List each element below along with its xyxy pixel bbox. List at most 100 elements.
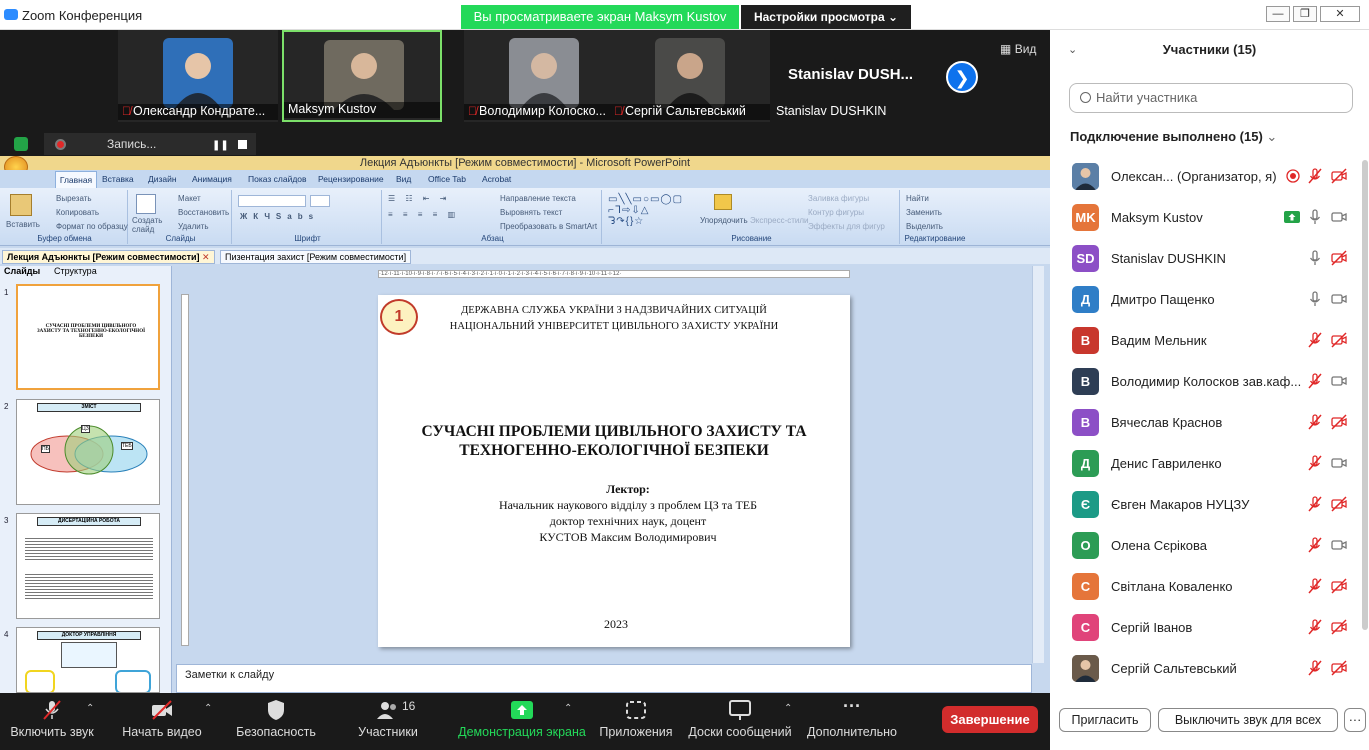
view-button[interactable]: ▦ Вид [1000,42,1036,56]
participant-row[interactable]: Є Євген Макаров НУЦЗУ [1050,484,1355,525]
current-slide[interactable]: 1 ДЕРЖАВНА СЛУЖБА УКРАЇНИ З НАДЗВИЧАЙНИХ… [378,295,850,647]
mic-muted-icon[interactable] [1307,414,1323,430]
select-button[interactable]: Выделить [906,222,943,231]
end-meeting-button[interactable]: Завершение [942,706,1038,733]
restore-button[interactable]: ❐ [1293,6,1317,22]
camera-off-icon[interactable] [1331,332,1347,348]
tab-home[interactable]: Главная [55,171,97,188]
share-screen-button[interactable]: Демонстрация экрана [456,693,588,750]
tab-design[interactable]: Дизайн [148,174,177,184]
font-format-buttons[interactable]: ЖКЧSabs [240,212,319,221]
share-options-caret[interactable]: ⌃ [564,703,572,714]
shape-outline-button[interactable]: Контур фигуры [808,208,864,217]
camera-icon[interactable] [1331,455,1347,471]
align-text-button[interactable]: Выровнять текст [500,208,562,217]
participants-button[interactable]: 16 Участники [340,693,436,750]
whiteboards-caret[interactable]: ⌃ [784,703,792,714]
mic-icon[interactable] [1307,250,1323,266]
mic-muted-icon[interactable] [1307,332,1323,348]
apps-button[interactable]: Приложения [596,693,676,750]
whiteboards-button[interactable]: Доски сообщений [686,693,794,750]
doc-tab-active[interactable]: Лекция Адъюнкты [Режим совместимости] ✕ [2,250,215,264]
paste-button[interactable]: Вставить [6,220,40,229]
camera-off-icon[interactable] [1331,660,1347,676]
arrange-button[interactable]: Упорядочить [700,216,748,225]
font-size-field[interactable] [310,195,330,207]
participant-row[interactable]: В Вячеслав Краснов [1050,402,1355,443]
camera-off-icon[interactable] [1331,168,1347,184]
video-tile-active-speaker[interactable]: Maksym Kustov [282,30,442,122]
list-buttons-icon[interactable]: ☰ ☷ ⇤ ⇥ [388,194,450,203]
mic-muted-icon[interactable] [1307,619,1323,635]
replace-button[interactable]: Заменить [906,208,942,217]
font-name-field[interactable] [238,195,306,207]
camera-off-icon[interactable] [1331,414,1347,430]
cut-button[interactable]: Вырезать [56,194,92,203]
slide-thumbnail[interactable]: СУЧАСНІ ПРОБЛЕМИ ЦИВІЛЬНОГО ЗАХИСТУ ТА Т… [16,284,160,390]
next-page-button[interactable]: ❯ [946,61,978,93]
start-video-button[interactable]: Начать видео [114,693,210,750]
more-button[interactable]: ··· Дополнительно [804,693,900,750]
participant-row[interactable]: В Вадим Мельник [1050,320,1355,361]
camera-icon[interactable] [1331,291,1347,307]
panel-scrollbar[interactable] [1362,160,1368,630]
participant-row[interactable]: С Сергій Іванов [1050,607,1355,648]
copy-button[interactable]: Копировать [56,208,99,217]
participant-row[interactable]: Сергій Сальтевський [1050,648,1355,689]
tab-outline[interactable]: Структура [54,266,97,276]
mic-icon[interactable] [1307,291,1323,307]
shape-effects-button[interactable]: Эффекты для фигур [808,222,885,231]
close-button[interactable]: ✕ [1320,6,1360,22]
participant-row[interactable]: В Володимир Колосков зав.каф... [1050,361,1355,402]
tab-slideshow[interactable]: Показ слайдов [248,174,307,184]
participant-row[interactable]: Д Дмитро Пащенко [1050,279,1355,320]
camera-off-icon[interactable] [1331,619,1347,635]
participant-row[interactable]: SD Stanislav DUSHKIN [1050,238,1355,279]
mic-muted-icon[interactable] [1307,373,1323,389]
slide-thumbnail[interactable]: ДИСЕРТАЦІЙНА РОБОТА [16,513,160,619]
mic-icon[interactable] [1307,209,1323,225]
mic-muted-icon[interactable] [1307,537,1323,553]
find-button[interactable]: Найти [906,194,929,203]
tab-insert[interactable]: Вставка [102,174,134,184]
pause-recording-button[interactable]: ❚❚ [212,140,229,151]
participant-row[interactable]: Олексан... (Организатор, я) [1050,156,1355,197]
delete-button[interactable]: Удалить [178,222,209,231]
security-button[interactable]: Безопасность [228,693,324,750]
align-buttons-icon[interactable]: ≡ ≡ ≡ ≡ ▥ [388,210,459,219]
slide-thumbnail[interactable]: ЗМІСТ ЦЗ ПБ ТЕБ [16,399,160,505]
mute-all-button[interactable]: Выключить звук для всех [1158,708,1338,732]
shapes-gallery-icon[interactable]: ▭╲╲▭○▭◯▢ ⌐ᒣ⇨⇩△ ᘊ↷{}☆ [608,194,683,227]
tab-view[interactable]: Вид [396,174,411,184]
unmute-button[interactable]: Включить звук [4,693,100,750]
mic-muted-icon[interactable] [1307,578,1323,594]
connected-section-label[interactable]: Подключение выполнено (15) ⌄ [1070,129,1277,145]
doc-tab[interactable]: Пизентация захист [Режим совместимости] [220,250,412,264]
tab-acrobat[interactable]: Acrobat [482,174,511,184]
search-participant-input[interactable]: Найти участника [1069,83,1353,113]
more-options-button[interactable]: ··· [1344,708,1366,732]
mic-muted-icon[interactable] [1307,496,1323,512]
new-slide-button[interactable]: Создать слайд [132,216,164,234]
reset-button[interactable]: Восстановить [178,208,229,217]
camera-icon[interactable] [1331,537,1347,553]
close-tab-icon[interactable]: ✕ [202,252,210,262]
quick-styles-button[interactable]: Экспресс-стили [750,216,809,225]
participant-row[interactable]: С Світлана Коваленко [1050,566,1355,607]
participant-row[interactable]: Д Денис Гавриленко [1050,443,1355,484]
participant-row[interactable]: MK Maksym Kustov [1050,197,1355,238]
layout-button[interactable]: Макет [178,194,201,203]
mic-muted-icon[interactable] [1307,168,1323,184]
video-tile[interactable]: 🎙̸ Володимир Колоско... [464,30,624,122]
invite-button[interactable]: Пригласить [1059,708,1151,732]
format-painter-button[interactable]: Формат по образцу [56,222,128,231]
video-tile[interactable]: Stanislav DUSH... Stanislav DUSHKIN [772,30,932,122]
video-options-caret[interactable]: ⌃ [204,703,212,714]
tab-review[interactable]: Рецензирование [318,174,384,184]
camera-off-icon[interactable] [1331,250,1347,266]
camera-icon[interactable] [1331,373,1347,389]
vertical-scrollbar[interactable] [1032,266,1044,663]
participant-row[interactable]: О Олена Сєрікова [1050,525,1355,566]
shape-fill-button[interactable]: Заливка фигуры [808,194,869,203]
notes-pane[interactable]: Заметки к слайду [176,664,1032,693]
